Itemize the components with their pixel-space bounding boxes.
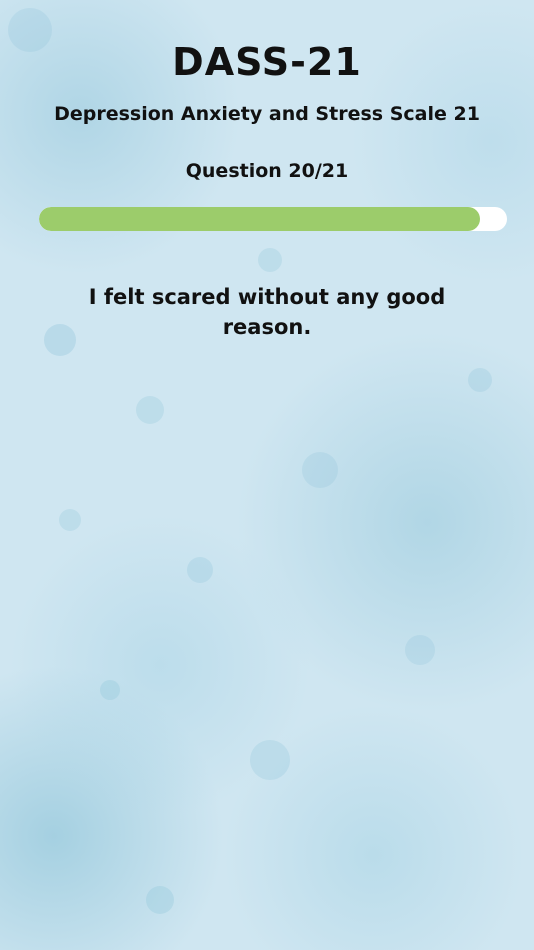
- progress-bar-fill: [39, 207, 481, 231]
- quiz-screen: DASS-21 Depression Anxiety and Stress Sc…: [0, 0, 534, 950]
- progress-bar: [39, 207, 507, 231]
- app-subtitle: Depression Anxiety and Stress Scale 21: [54, 103, 480, 125]
- question-text: I felt scared without any good reason.: [88, 285, 446, 339]
- question-counter: Question 20/21: [185, 160, 349, 182]
- app-title: DASS-21: [172, 40, 362, 84]
